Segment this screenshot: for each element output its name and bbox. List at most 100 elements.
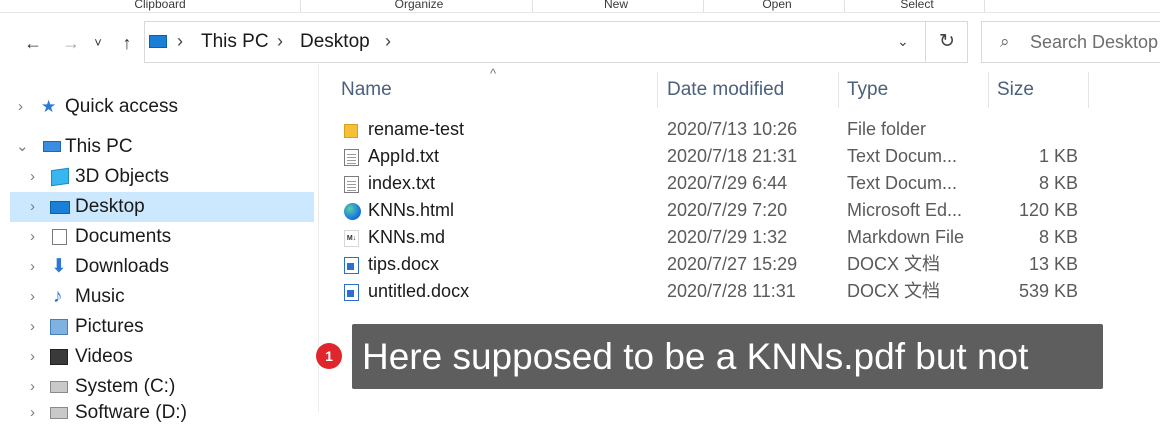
refresh-button[interactable]: ↻ [925,22,968,62]
drive-icon [50,381,68,393]
file-date-modified: 2020/7/18 21:31 [667,146,798,166]
sidebar-item-label: Downloads [75,256,169,277]
annotation-badge: 1 [316,343,342,369]
column-header-type[interactable]: Type [847,72,982,108]
file-type: File folder [847,119,927,139]
back-button[interactable]: ← [20,30,46,56]
sidebar-item-label: This PC [65,136,133,157]
sidebar-item-videos[interactable]: › Videos [0,342,314,372]
file-name: index.txt [368,173,436,193]
file-size: 13 KB [1028,254,1078,274]
ribbon-divider [532,0,533,12]
expand-chevron-icon[interactable]: › [30,222,35,252]
star-icon: ★ [41,97,57,116]
file-name: AppId.txt [368,146,440,166]
text-file-icon [344,149,359,166]
file-type: DOCX 文档 [847,254,941,274]
expand-chevron-icon[interactable]: › [18,92,23,122]
downloads-icon: ⬇ [51,256,67,277]
file-name: untitled.docx [368,281,470,301]
ribbon-group-open: Open [762,0,792,11]
file-size: 1 KB [1038,146,1078,166]
file-date-modified: 2020/7/29 6:44 [667,173,788,193]
annotation-callout: Here supposed to be a KNNs.pdf but not [352,324,1103,389]
ribbon-group-new: New [603,0,628,11]
expand-chevron-icon[interactable]: › [30,342,35,372]
address-dropdown-button[interactable]: ⌄ [897,33,909,50]
edge-icon [344,203,361,220]
sidebar-item-quick-access[interactable]: › ★ Quick access [0,92,314,122]
sidebar-item-3d-objects[interactable]: › 3D Objects [0,162,314,192]
file-size: 8 KB [1038,227,1078,247]
sidebar-item-label: Videos [75,346,133,367]
up-button[interactable]: ↑ [114,30,140,56]
ribbon-divider [300,0,301,12]
expand-chevron-icon[interactable]: › [30,192,35,222]
ribbon-group-clipboard: Clipboard [134,0,186,11]
column-divider[interactable] [1088,72,1089,108]
file-date-modified: 2020/7/29 1:32 [667,227,788,247]
sidebar-item-downloads[interactable]: › ⬇ Downloads [0,252,314,282]
ribbon-group-select: Select [900,0,934,11]
file-type: Markdown File [847,227,965,247]
file-name: KNNs.md [368,227,446,247]
computer-icon [43,141,61,152]
file-row[interactable]: tips.docx 2020/7/27 15:29 DOCX 文档 13 KB [340,251,1100,278]
file-name: KNNs.html [368,200,455,220]
expand-chevron-icon[interactable]: › [30,398,35,428]
breadcrumb-separator[interactable]: › [177,31,183,52]
search-icon: ⌕ [1000,32,1010,51]
forward-button[interactable]: → [58,30,84,56]
navigation-pane: › ★ Quick access ⌄ This PC › 3D Objects … [0,64,319,423]
markdown-file-icon: M↓ [344,230,359,247]
column-divider[interactable] [657,72,658,108]
recent-locations-button[interactable]: ˅ [88,30,108,56]
breadcrumb-desktop[interactable]: Desktop [300,31,370,53]
file-size: 120 KB [1018,200,1078,220]
breadcrumb-separator[interactable]: › [277,31,283,52]
sidebar-item-label: Desktop [75,196,145,217]
file-row[interactable]: KNNs.html 2020/7/29 7:20 Microsoft Ed...… [340,197,1100,224]
expand-chevron-icon[interactable]: › [30,162,35,192]
file-row[interactable]: untitled.docx 2020/7/28 11:31 DOCX 文档 53… [340,278,1100,305]
file-size: 539 KB [1018,281,1078,301]
word-doc-icon [344,257,359,274]
computer-icon [149,35,167,48]
column-header-date-modified[interactable]: Date modified [667,72,832,108]
collapse-chevron-icon[interactable]: ⌄ [16,132,29,162]
breadcrumb-separator[interactable]: › [385,31,391,52]
search-box[interactable]: ⌕ Search Desktop [981,21,1160,63]
file-date-modified: 2020/7/27 15:29 [667,254,798,274]
search-placeholder[interactable]: Search Desktop [1030,32,1158,53]
sidebar-item-desktop[interactable]: › Desktop [10,192,314,222]
expand-chevron-icon[interactable]: › [30,252,35,282]
file-row[interactable]: index.txt 2020/7/29 6:44 Text Docum... 8… [340,170,1100,197]
file-row[interactable]: AppId.txt 2020/7/18 21:31 Text Docum... … [340,143,1100,170]
column-header-name[interactable]: Name [341,72,651,108]
word-doc-icon [344,284,359,301]
3d-objects-icon [51,167,69,187]
pictures-icon [50,319,68,335]
sidebar-item-this-pc[interactable]: ⌄ This PC [0,132,314,162]
expand-chevron-icon[interactable]: › [30,312,35,342]
expand-chevron-icon[interactable]: › [30,282,35,312]
column-divider[interactable] [838,72,839,108]
column-header-size[interactable]: Size [997,72,1082,108]
file-name: rename-test [368,119,465,139]
sidebar-item-documents[interactable]: › Documents [0,222,314,252]
sidebar-item-label: Software (D:) [75,402,187,423]
sidebar-item-software-d[interactable]: › Software (D:) [0,398,314,428]
file-type: Text Docum... [847,173,958,193]
sidebar-item-label: Quick access [65,96,178,117]
sidebar-item-pictures[interactable]: › Pictures [0,312,314,342]
column-divider[interactable] [988,72,989,108]
breadcrumb-this-pc[interactable]: This PC [201,31,269,53]
address-bar[interactable]: › This PC › Desktop › ⌄ ↻ [144,21,968,63]
file-name: tips.docx [368,254,440,274]
desktop-icon [50,201,70,214]
file-row[interactable]: rename-test 2020/7/13 10:26 File folder [340,116,1100,143]
file-type: Microsoft Ed... [847,200,963,220]
file-row[interactable]: M↓ KNNs.md 2020/7/29 1:32 Markdown File … [340,224,1100,251]
sidebar-item-music[interactable]: › ♪ Music [0,282,314,312]
music-icon: ♪ [53,286,63,307]
